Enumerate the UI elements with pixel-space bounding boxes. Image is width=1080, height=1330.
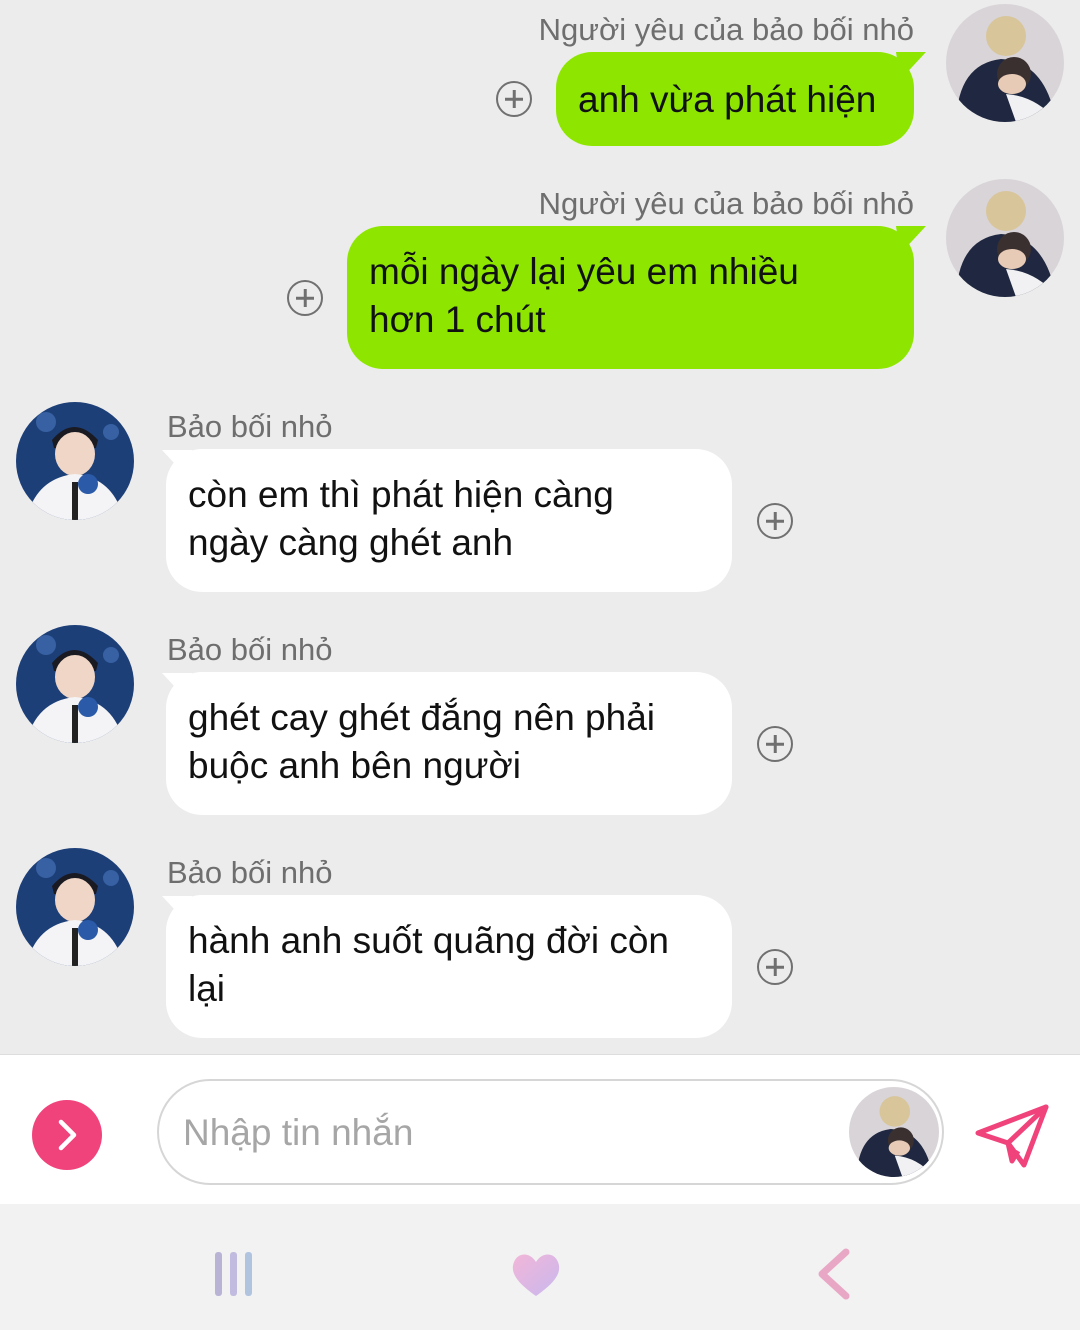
recent-apps-button[interactable]	[205, 1246, 261, 1302]
message-bubble[interactable]: còn em thì phát hiện càng ngày càng ghét…	[166, 449, 732, 592]
avatar-photo-couple-icon	[849, 1087, 939, 1177]
message-input[interactable]	[183, 1105, 823, 1161]
message-line: ghét cay ghét đắng nên phải	[188, 697, 655, 738]
avatar[interactable]	[16, 625, 134, 743]
message-composer	[0, 1054, 1080, 1204]
avatar-photo-boy-icon	[16, 402, 134, 520]
message-bubble[interactable]: hành anh suốt quãng đời còn lại	[166, 895, 732, 1038]
home-button[interactable]	[506, 1246, 566, 1302]
sender-name: Bảo bối nhỏ	[167, 632, 333, 667]
heart-home-icon	[512, 1254, 560, 1296]
message-line: mỗi ngày lại yêu em nhiều	[369, 251, 799, 292]
chat-screen: Người yêu của bảo bối nhỏ anh vừa phát h…	[0, 0, 1080, 1330]
add-reaction-icon[interactable]	[757, 503, 793, 539]
sender-name: Người yêu của bảo bối nhỏ	[538, 12, 914, 47]
back-button[interactable]	[808, 1246, 858, 1302]
message-line: lại	[188, 968, 226, 1009]
system-nav-bar	[0, 1204, 1080, 1330]
avatar-photo-boy-icon	[16, 625, 134, 743]
add-reaction-icon[interactable]	[496, 81, 532, 117]
avatar[interactable]	[16, 402, 134, 520]
message-line: anh vừa phát hiện	[578, 79, 877, 120]
avatar[interactable]	[946, 4, 1064, 122]
avatar-photo-couple-icon	[946, 4, 1064, 122]
message-bubble[interactable]: anh vừa phát hiện	[556, 52, 914, 146]
sender-name: Bảo bối nhỏ	[167, 855, 333, 890]
message-input-box[interactable]	[157, 1079, 944, 1185]
add-reaction-icon[interactable]	[757, 949, 793, 985]
message-line: hành anh suốt quãng đời còn	[188, 920, 669, 961]
message-line: còn em thì phát hiện càng	[188, 474, 614, 515]
back-chevron-icon	[818, 1248, 850, 1300]
add-reaction-icon[interactable]	[757, 726, 793, 762]
message-line: ngày càng ghét anh	[188, 522, 514, 563]
paper-plane-icon	[975, 1104, 1049, 1168]
send-button[interactable]	[974, 1103, 1050, 1169]
message-bubble[interactable]: mỗi ngày lại yêu em nhiều hơn 1 chút	[347, 226, 914, 369]
avatar[interactable]	[946, 179, 1064, 297]
avatar-photo-boy-icon	[16, 848, 134, 966]
recent-apps-icon	[215, 1252, 252, 1296]
sender-name: Người yêu của bảo bối nhỏ	[538, 186, 914, 221]
sticker-avatar-button[interactable]	[849, 1087, 939, 1177]
message-bubble[interactable]: ghét cay ghét đắng nên phải buộc anh bên…	[166, 672, 732, 815]
message-line: buộc anh bên người	[188, 745, 521, 786]
add-reaction-icon[interactable]	[287, 280, 323, 316]
avatar[interactable]	[16, 848, 134, 966]
message-line: hơn 1 chút	[369, 299, 546, 340]
expand-button[interactable]	[32, 1100, 102, 1170]
sender-name: Bảo bối nhỏ	[167, 409, 333, 444]
avatar-photo-couple-icon	[946, 179, 1064, 297]
chevron-right-icon	[58, 1119, 77, 1151]
